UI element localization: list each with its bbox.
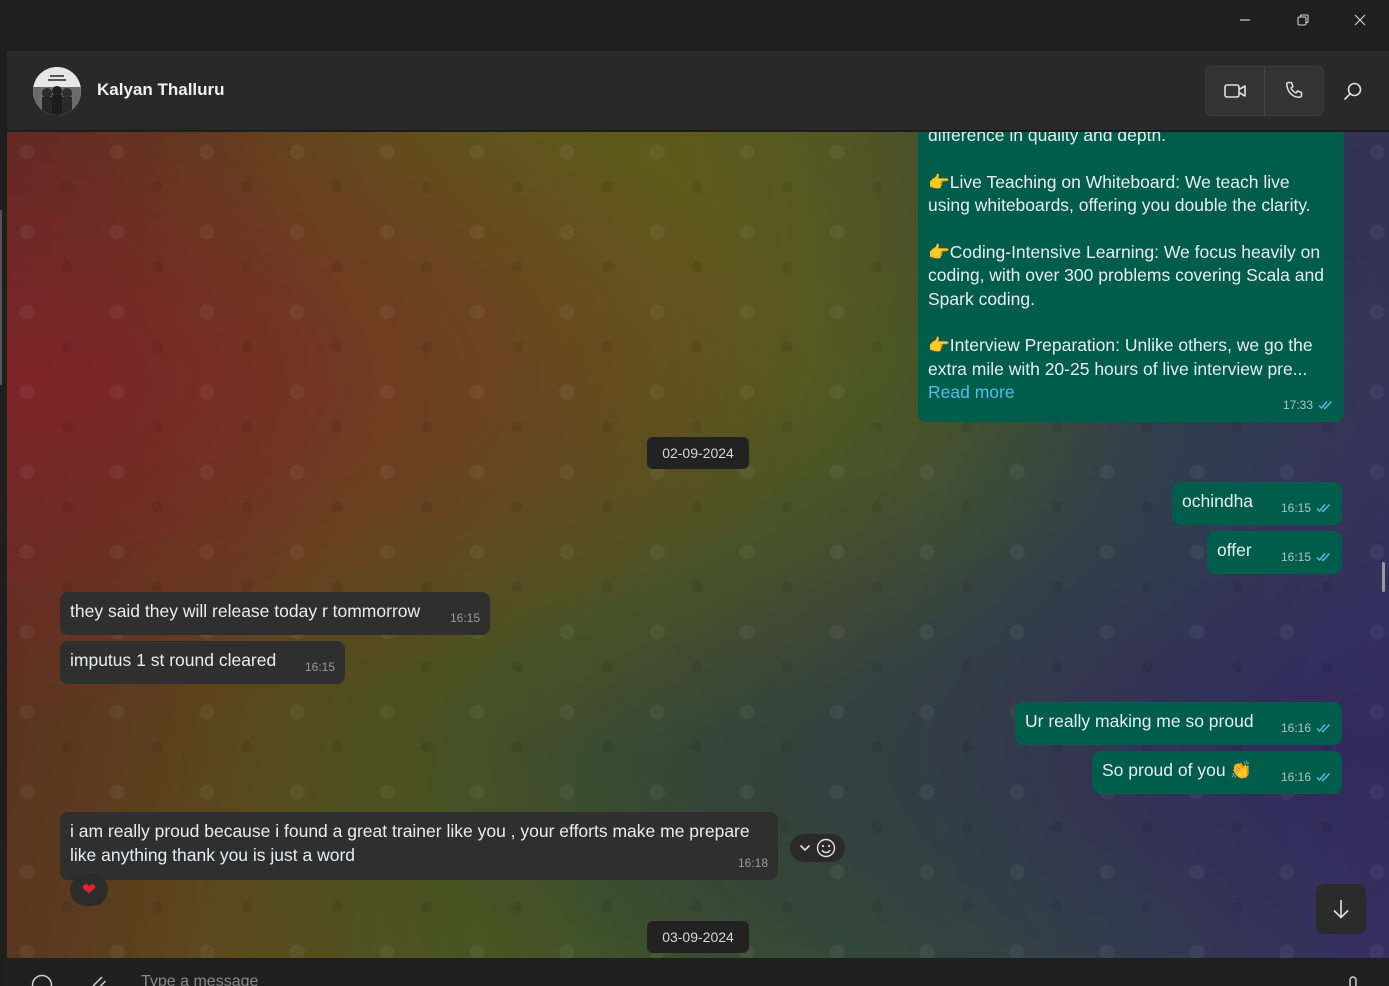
attach-icon[interactable] <box>87 972 109 986</box>
message-meta: 16:15 <box>305 656 335 680</box>
message-text: ochindha <box>1182 491 1254 511</box>
restore-icon <box>1297 14 1309 26</box>
message-time: 16:16 <box>1280 720 1311 735</box>
scrollbar[interactable] <box>1382 562 1385 592</box>
message-outgoing[interactable]: offer 16:15 <box>1207 531 1342 574</box>
message-incoming[interactable]: they said they will release today r tomm… <box>60 592 490 635</box>
message-text: they said they will release today r tomm… <box>70 601 421 621</box>
heart-reaction[interactable]: ❤ <box>70 874 108 906</box>
search-icon <box>1344 82 1362 100</box>
message-meta: 16:16 <box>1281 766 1332 790</box>
message-text: difference in quality and depth. <box>928 132 1167 145</box>
message-text: Ur really making me so proud <box>1025 711 1254 731</box>
chevron-down-icon[interactable] <box>799 844 811 852</box>
message-meta: 16:18 <box>738 852 768 876</box>
message-meta: 17:33 <box>1283 394 1334 418</box>
window-edge <box>0 210 2 385</box>
video-call-icon <box>1223 84 1246 98</box>
message-time: 16:15 <box>449 610 480 625</box>
video-call-button[interactable] <box>1206 67 1265 115</box>
mic-icon[interactable] <box>1344 976 1362 986</box>
message-actions <box>790 834 845 862</box>
voice-call-icon <box>1285 81 1302 99</box>
search-button[interactable] <box>1338 76 1368 106</box>
avatar-photo <box>33 67 81 115</box>
message-time: 16:15 <box>1280 500 1311 515</box>
double-check-icon <box>1316 773 1331 782</box>
message-composer <box>7 958 1389 986</box>
call-buttons <box>1205 66 1324 116</box>
emoji-react-icon[interactable] <box>816 838 836 858</box>
heart-icon: ❤ <box>81 880 97 899</box>
message-input[interactable] <box>141 972 1241 986</box>
emoji-icon[interactable] <box>31 974 53 986</box>
restore-button[interactable] <box>1274 0 1332 40</box>
message-incoming[interactable]: imputus 1 st round cleared 16:15 <box>60 641 345 684</box>
double-check-icon <box>1316 724 1331 733</box>
double-check-icon <box>1316 553 1331 562</box>
date-separator: 03-09-2024 <box>647 921 749 953</box>
message-outgoing[interactable]: Ur really making me so proud 16:16 <box>1015 702 1342 745</box>
date-separator: 02-09-2024 <box>647 437 749 469</box>
close-button[interactable] <box>1331 0 1389 40</box>
chat-header: Kalyan Thalluru <box>7 51 1389 131</box>
contact-name[interactable]: Kalyan Thalluru <box>97 80 225 100</box>
message-text: So proud of you 👏 <box>1102 760 1253 780</box>
double-check-icon <box>1318 401 1333 410</box>
message-meta: 16:15 <box>1281 546 1332 570</box>
minimize-icon <box>1240 19 1250 21</box>
message-time: 16:16 <box>1280 769 1311 784</box>
message-time: 17:33 <box>1282 397 1313 412</box>
message-time: 16:15 <box>1280 549 1311 564</box>
message-outgoing[interactable]: ochindha 16:15 <box>1172 482 1342 525</box>
message-text: 👉Interview Preparation: Unlike others, w… <box>928 335 1313 379</box>
message-meta: 16:16 <box>1281 717 1332 741</box>
message-text: imputus 1 st round cleared <box>70 650 277 670</box>
message-time: 16:15 <box>304 659 335 674</box>
title-bar <box>0 0 1389 50</box>
chat-area[interactable]: difference in quality and depth. 👉Live T… <box>7 132 1389 958</box>
voice-call-button[interactable] <box>1265 67 1324 115</box>
message-outgoing[interactable]: So proud of you 👏 16:16 <box>1092 751 1342 794</box>
message-text: i am really proud because i found a grea… <box>70 821 750 865</box>
message-time: 16:18 <box>737 855 768 870</box>
message-meta: 16:15 <box>1281 497 1332 521</box>
read-more-link[interactable]: Read more <box>928 381 1334 405</box>
avatar[interactable] <box>33 67 81 115</box>
scroll-to-bottom-button[interactable] <box>1316 884 1366 934</box>
minimize-button[interactable] <box>1216 0 1274 40</box>
message-outgoing[interactable]: difference in quality and depth. 👉Live T… <box>918 132 1344 422</box>
message-incoming[interactable]: i am really proud because i found a grea… <box>60 812 778 880</box>
message-text: 👉Coding-Intensive Learning: We focus hea… <box>928 241 1324 309</box>
double-check-icon <box>1316 504 1331 513</box>
message-meta: 16:15 <box>450 607 480 631</box>
arrow-down-icon <box>1333 900 1349 919</box>
message-text: offer <box>1217 540 1252 560</box>
message-text: 👉Live Teaching on Whiteboard: We teach l… <box>928 171 1311 216</box>
close-icon <box>1354 14 1366 26</box>
